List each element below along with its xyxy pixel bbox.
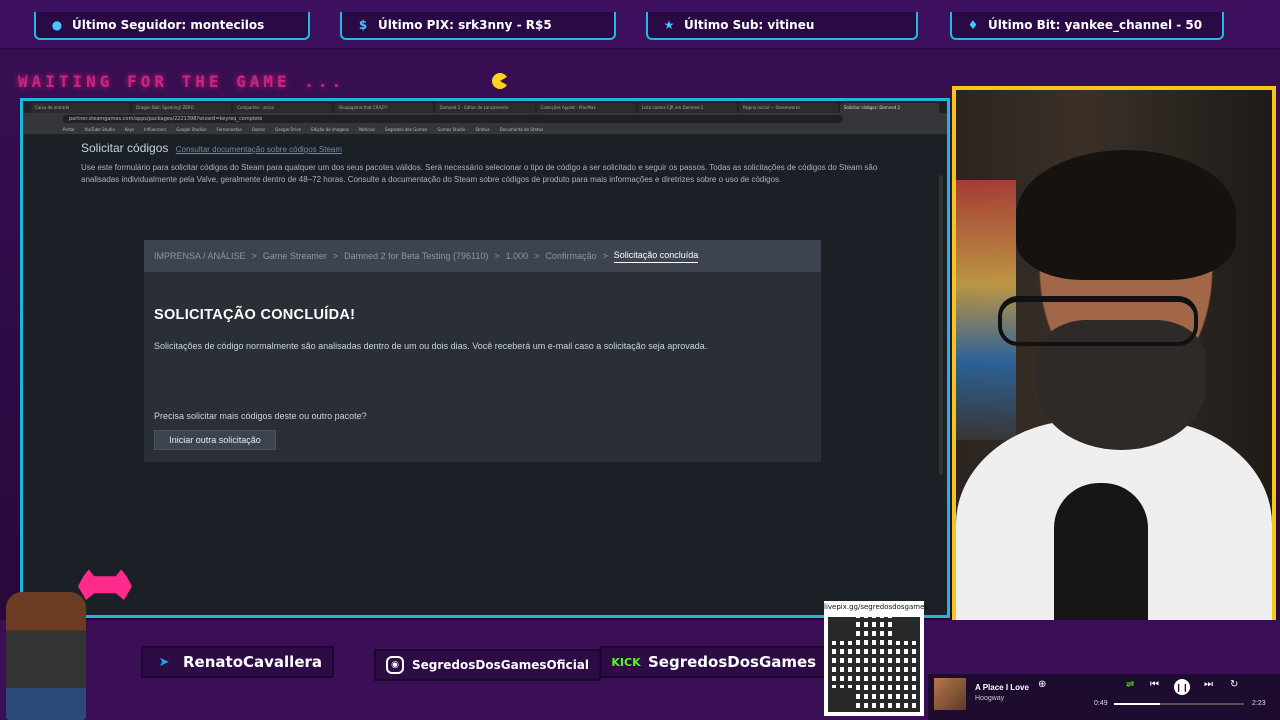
bookmark[interactable]: Documento de Status [500,127,543,132]
more-codes-question: Precisa solicitar mais códigos deste ou … [154,411,367,421]
kick-label: SegredosDosGames [648,653,817,671]
completion-message: Solicitações de código normalmente são a… [154,341,708,351]
browser-capture: Caixa de entrada Dragon Ball: Sparking! … [20,98,950,618]
breadcrumb-item[interactable]: Confirmação [545,251,596,261]
repeat-icon[interactable]: ↻ [1230,679,1238,690]
streamer-glasses [998,296,1198,346]
instagram-handle: ◉ SegredosDosGamesOficial [376,651,600,679]
url-field[interactable]: partner.steamgames.com/apps/packages/222… [63,115,843,123]
browser-tab[interactable]: Shoppgame that CRAZY! [334,103,434,113]
browser-tab[interactable]: Dragon Ball: Sparking! ZERO [132,103,232,113]
waiting-banner: WAITING FOR THE GAME ... [18,72,346,91]
pacman-icon [492,73,508,89]
breadcrumb-item[interactable]: Damned 2 for Beta Testing (796110) [344,251,488,261]
alert-follower-label: Último Seguidor: montecilos [72,18,265,32]
livepix-qr: livepix.gg/segredosdosgames [824,601,929,716]
alert-sub: ★ Último Sub: vitineu [646,12,918,40]
page-title: Solicitar códigos Consultar documentação… [81,141,342,155]
browser-tab-active[interactable]: Solicitar códigos: Damned 2 [839,103,939,113]
page-description: Use este formulário para solicitar códig… [81,163,878,184]
chevron-right-icon: > [534,251,540,261]
add-icon[interactable]: ⊕ [1038,679,1046,690]
bookmark[interactable]: Google Studios [176,127,206,132]
breadcrumb-current: Solicitação concluída [613,250,699,263]
pause-icon[interactable]: ❙❙ [1174,679,1190,695]
song-title: A Place I Love [975,683,1029,692]
steam-page: Solicitar códigos Consultar documentação… [23,135,947,615]
twitter-icon: ➤ [158,654,170,670]
alert-sub-label: Último Sub: vitineu [684,18,815,32]
alert-bit: ♦ Último Bit: yankee_channel - 50 [950,12,1224,40]
breadcrumb-item[interactable]: 1.000 [506,251,529,261]
bookmark[interactable]: Notícias [359,127,375,132]
bookmark[interactable]: YouTube Studio [85,127,115,132]
browser-tab[interactable]: Damned 2 - Editor de Lançamento [435,103,535,113]
browser-tab[interactable]: Colecções Applet - PlanMax [536,103,636,113]
bookmark[interactable]: Google Drive [275,127,301,132]
bookmark[interactable]: Keys [125,127,134,132]
bookmark[interactable]: Portal [63,127,75,132]
bookmark[interactable]: Stratus [475,127,489,132]
bookmark[interactable]: Outros [252,127,265,132]
chevron-right-icon: > [494,251,500,261]
address-bar: partner.steamgames.com/apps/packages/222… [23,113,947,125]
star-icon: ★ [663,18,675,32]
qr-code [828,617,920,712]
dollar-icon: $ [358,18,368,32]
browser-tab[interactable]: Página inicial — Steamworks [738,103,838,113]
bookmark[interactable]: Segredos dos Games [385,127,427,132]
streamer-hair [1016,150,1236,280]
alerts-bar: ● Último Seguidor: montecilos $ Último P… [0,0,1280,50]
twitter-handle: ➤ RenatoCavallera [143,648,333,676]
next-icon[interactable]: ⏭ [1204,679,1213,690]
browser-tab[interactable]: Lista contos CJR em Damned 2 [637,103,737,113]
breadcrumb: IMPRENSA / ANÁLISE > Game Streamer > Dam… [144,240,821,272]
music-player: A Place I Love Hoogway ⊕ ⇌ ⏮ ❙❙ ⏭ ↻ 0:49… [928,674,1280,720]
user-icon: ● [51,18,63,32]
diamond-icon: ♦ [967,18,979,32]
webcam-feed [952,86,1276,672]
kick-icon: KICK [611,655,641,669]
album-art [934,678,966,710]
qr-url: livepix.gg/segredosdosgames [824,603,929,611]
request-card: IMPRENSA / ANÁLISE > Game Streamer > Dam… [144,240,821,462]
instagram-label: SegredosDosGamesOficial [412,658,590,672]
twitter-label: RenatoCavallera [183,653,323,671]
pixel-mascot [6,592,86,720]
docs-link[interactable]: Consultar documentação sobre códigos Ste… [176,145,342,154]
progress-bar[interactable] [1114,703,1244,705]
browser-tab[interactable]: Compartes - arcvo [233,103,333,113]
alert-pix-label: Último PIX: srk3nny - R$5 [378,18,552,32]
bookmark[interactable]: Ferramentas [216,127,241,132]
stream-overlay: ● Último Seguidor: montecilos $ Último P… [0,0,1280,720]
elapsed-time: 0:49 [1094,700,1108,707]
progress-fill [1114,703,1160,705]
browser-tab[interactable]: Caixa de entrada [31,103,131,113]
breadcrumb-item[interactable]: Game Streamer [263,251,327,261]
total-time: 2:23 [1252,700,1266,707]
alert-pix: $ Último PIX: srk3nny - R$5 [340,12,616,40]
song-artist: Hoogway [975,695,1005,702]
page-title-text: Solicitar códigos [81,141,169,155]
alert-follower: ● Último Seguidor: montecilos [34,12,310,40]
chevron-right-icon: > [332,251,339,261]
kick-handle: KICK SegredosDosGames [602,648,827,676]
start-new-request-button[interactable]: Iniciar outra solicitação [154,430,276,450]
scrollbar[interactable] [939,175,943,475]
instagram-icon: ◉ [386,656,404,674]
bookmark[interactable]: Influencers [144,127,166,132]
bookmark[interactable]: Games Studio [437,127,465,132]
alert-bit-label: Último Bit: yankee_channel - 50 [988,18,1203,32]
bookmark[interactable]: Edição de imagens [311,127,349,132]
bookmarks-bar: Portal YouTube Studio Keys Influencers G… [23,125,947,135]
previous-icon[interactable]: ⏮ [1150,679,1159,690]
chevron-right-icon: > [251,251,257,261]
browser-tabs: Caixa de entrada Dragon Ball: Sparking! … [23,101,947,113]
chevron-right-icon: > [602,251,608,261]
completion-heading: SOLICITAÇÃO CONCLUÍDA! [154,307,356,323]
breadcrumb-item[interactable]: IMPRENSA / ANÁLISE [154,251,246,261]
shuffle-icon[interactable]: ⇌ [1126,679,1134,690]
